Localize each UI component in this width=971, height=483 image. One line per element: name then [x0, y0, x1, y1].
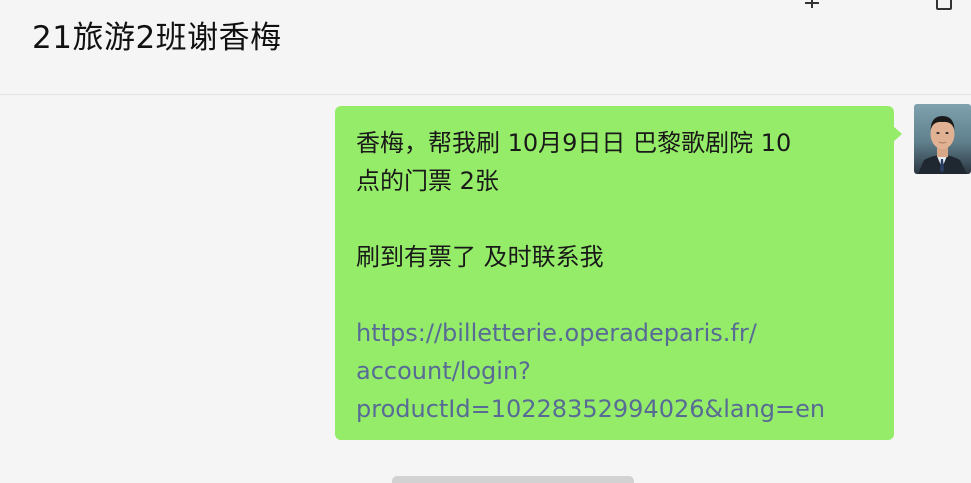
message-link[interactable]: https://billetterie.operadeparis.fr/ — [356, 314, 874, 352]
horizontal-scrollbar[interactable] — [392, 476, 634, 483]
message-text-line: 点的门票 2张 — [356, 167, 499, 195]
user-avatar[interactable] — [914, 104, 971, 174]
message-link[interactable]: productId=10228352994026&lang=en — [356, 390, 874, 428]
chat-header: 21旅游2班谢香梅 — [0, 0, 971, 95]
message-text-line: 刷到有票了 及时联系我 — [356, 243, 604, 271]
chat-area[interactable]: 香梅，帮我刷 10月9日日 巴黎歌剧院 10 点的门票 2张 刷到有票了 及时联… — [0, 96, 971, 483]
chat-title: 21旅游2班谢香梅 — [32, 20, 282, 56]
avatar-portrait-icon — [918, 116, 967, 174]
message-text-line: 香梅，帮我刷 10月9日日 巴黎歌剧院 10 — [356, 129, 792, 157]
window-icon[interactable] — [936, 0, 952, 10]
plus-icon[interactable] — [803, 0, 821, 10]
message-link[interactable]: account/login? — [356, 352, 874, 390]
message-bubble[interactable]: 香梅，帮我刷 10月9日日 巴黎歌剧院 10 点的门票 2张 刷到有票了 及时联… — [335, 106, 902, 440]
